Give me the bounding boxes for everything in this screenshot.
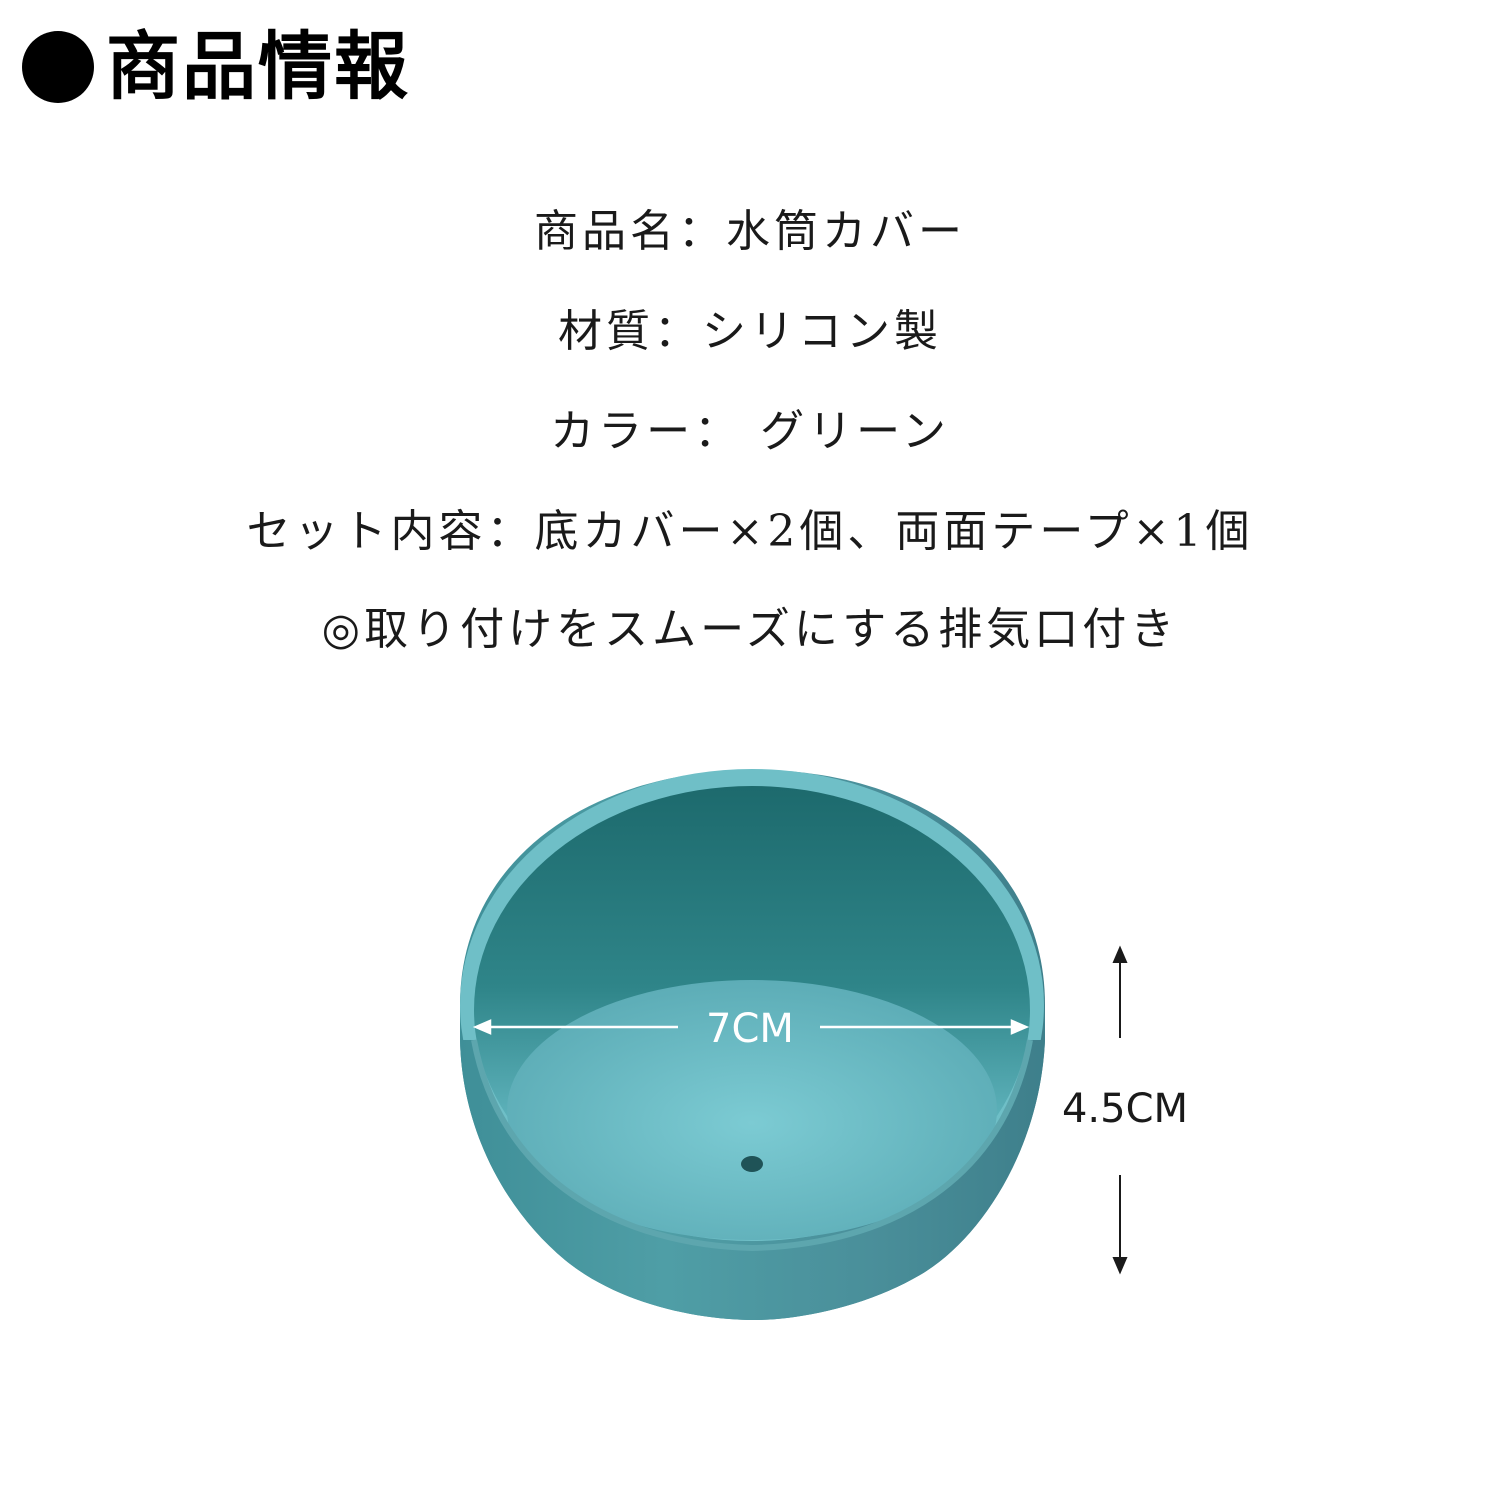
vent-hole: [741, 1156, 763, 1172]
width-label: 7CM: [706, 1006, 794, 1052]
product-illustration: 7CM 4.5CM: [460, 769, 1188, 1320]
height-label: 4.5CM: [1062, 1086, 1188, 1132]
